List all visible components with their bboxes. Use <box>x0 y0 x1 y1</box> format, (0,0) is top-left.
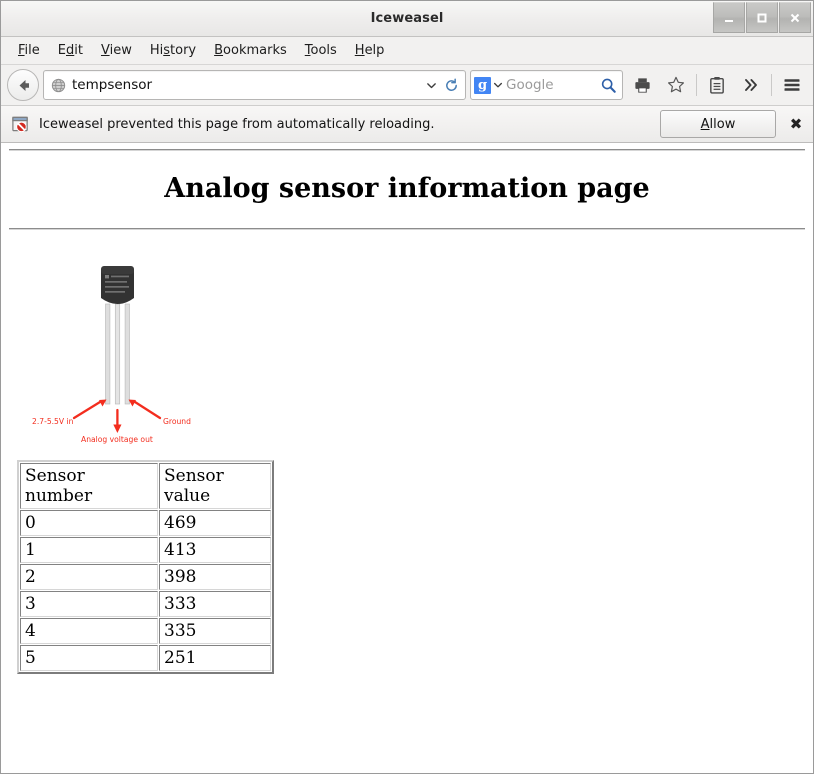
bookmark-button[interactable] <box>661 70 691 100</box>
menu-help[interactable]: Help <box>346 41 394 60</box>
column-header-sensor-value: Sensor value <box>159 463 271 509</box>
label-ground: Ground <box>163 417 191 426</box>
annotation-arrows <box>72 399 162 433</box>
maximize-icon <box>757 13 767 22</box>
blocked-page-icon <box>12 116 28 132</box>
navigation-toolbar: tempsensor g Google <box>1 65 813 106</box>
url-dropdown-button[interactable] <box>421 72 441 98</box>
minimize-icon <box>725 19 733 22</box>
reload-button[interactable] <box>441 72 461 98</box>
chevron-down-icon <box>494 82 502 88</box>
menu-tools[interactable]: Tools <box>296 41 346 60</box>
page-content: Analog sensor information page 2.7-5.5V … <box>1 143 813 773</box>
url-text[interactable]: tempsensor <box>72 77 421 93</box>
sensor-illustration: 2.7-5.5V in Analog voltage out Ground <box>32 266 191 444</box>
back-button[interactable] <box>7 69 39 101</box>
search-submit-button[interactable] <box>600 77 619 94</box>
cell-sensor-number: 1 <box>20 537 158 563</box>
table-row: 1 413 <box>20 537 271 563</box>
toolbar-divider <box>696 74 697 96</box>
menu-edit[interactable]: Edit <box>49 41 92 60</box>
sensor-readings-table: Sensor number Sensor value 0 469 1 413 2… <box>17 460 274 674</box>
table-row: 4 335 <box>20 618 271 644</box>
reader-button[interactable] <box>702 70 732 100</box>
minimize-button[interactable] <box>713 2 745 33</box>
clipboard-icon <box>710 76 724 94</box>
window-controls <box>712 2 811 33</box>
browser-window: Iceweasel File Edit View History Bookmar… <box>0 0 814 774</box>
overflow-button[interactable] <box>736 70 766 100</box>
search-engine-dropdown[interactable] <box>493 80 503 90</box>
column-header-sensor-number: Sensor number <box>20 463 158 509</box>
table-row: 3 333 <box>20 591 271 617</box>
close-icon <box>790 13 800 22</box>
magnifier-icon <box>601 78 616 93</box>
hamburger-icon <box>784 79 800 91</box>
close-button[interactable] <box>779 2 811 33</box>
notification-bar: Iceweasel prevented this page from autom… <box>1 106 813 143</box>
temperature-sensor-diagram: 2.7-5.5V in Analog voltage out Ground <box>17 252 217 452</box>
menu-bar: File Edit View History Bookmarks Tools H… <box>1 37 813 65</box>
cell-sensor-number: 5 <box>20 645 158 671</box>
star-icon <box>668 76 684 93</box>
cell-sensor-value: 251 <box>159 645 271 671</box>
annotation-labels: 2.7-5.5V in Analog voltage out Ground <box>32 417 191 444</box>
maximize-button[interactable] <box>746 2 778 33</box>
label-vin: 2.7-5.5V in <box>32 417 74 426</box>
menu-bookmarks[interactable]: Bookmarks <box>205 41 296 60</box>
menu-view[interactable]: View <box>92 41 141 60</box>
menu-history[interactable]: History <box>141 41 205 60</box>
print-button[interactable] <box>627 70 657 100</box>
cell-sensor-value: 398 <box>159 564 271 590</box>
cell-sensor-value: 335 <box>159 618 271 644</box>
table-row: 0 469 <box>20 510 271 536</box>
reload-icon <box>445 77 457 91</box>
notification-message: Iceweasel prevented this page from autom… <box>39 116 435 132</box>
back-arrow-icon <box>19 79 29 91</box>
table-header-row: Sensor number Sensor value <box>20 463 271 509</box>
cell-sensor-number: 4 <box>20 618 158 644</box>
cell-sensor-number: 3 <box>20 591 158 617</box>
title-bar: Iceweasel <box>1 1 813 37</box>
page-title: Analog sensor information page <box>164 173 650 204</box>
menu-button[interactable] <box>777 70 807 100</box>
chevron-down-icon <box>426 82 436 88</box>
url-bar[interactable]: tempsensor <box>43 70 466 100</box>
cell-sensor-value: 333 <box>159 591 271 617</box>
double-chevron-right-icon <box>745 79 757 91</box>
rule-bottom <box>9 228 805 230</box>
rule-top <box>9 149 805 151</box>
sensor-leads <box>105 303 130 405</box>
google-logo-icon: g <box>474 76 491 94</box>
globe-icon <box>51 78 66 92</box>
label-vout: Analog voltage out <box>81 435 153 444</box>
cell-sensor-value: 413 <box>159 537 271 563</box>
allow-button[interactable]: Allow <box>660 110 776 138</box>
cell-sensor-number: 2 <box>20 564 158 590</box>
cell-sensor-number: 0 <box>20 510 158 536</box>
search-bar[interactable]: g Google <box>470 70 623 100</box>
table-body: 0 469 1 413 2 398 3 333 4 335 5 251 <box>20 510 271 671</box>
notification-close-button[interactable]: ✖ <box>785 111 807 137</box>
cell-sensor-value: 469 <box>159 510 271 536</box>
printer-icon <box>634 77 650 93</box>
table-row: 2 398 <box>20 564 271 590</box>
sensor-body <box>101 266 134 304</box>
table-row: 5 251 <box>20 645 271 671</box>
search-input[interactable]: Google <box>506 77 600 93</box>
table-head: Sensor number Sensor value <box>20 463 271 509</box>
menu-file[interactable]: File <box>9 41 49 60</box>
window-title: Iceweasel <box>370 11 444 26</box>
toolbar-divider-2 <box>771 74 772 96</box>
